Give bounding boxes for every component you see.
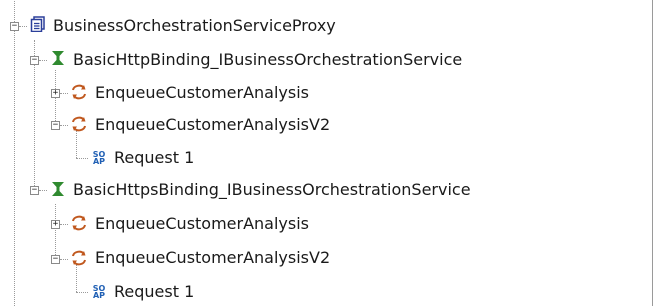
tree-item-request[interactable]: Request 1	[114, 277, 194, 307]
tree-guide-line	[76, 158, 88, 159]
tree-item-service-proxy[interactable]: BusinessOrchestrationServiceProxy	[53, 11, 336, 41]
tree-toggle-collapse[interactable]: −	[30, 186, 39, 195]
tree-item-label: BasicHttpsBinding_IBusinessOrchestration…	[73, 180, 471, 199]
tree-guide-line	[60, 125, 68, 126]
tree-item-operation[interactable]: EnqueueCustomerAnalysisV2	[95, 110, 330, 140]
tree-guide-line	[76, 292, 88, 293]
tree-guide-line	[19, 26, 27, 27]
tree-item-label: EnqueueCustomerAnalysis	[95, 83, 310, 102]
tree-guide-line	[39, 190, 47, 191]
soap-request-icon: SO AP	[92, 284, 106, 300]
tree-item-binding[interactable]: BasicHttpsBinding_IBusinessOrchestration…	[73, 175, 471, 205]
tree-toggle-collapse[interactable]: −	[30, 56, 39, 65]
tree-toggle-collapse[interactable]: −	[10, 22, 19, 31]
tree-item-binding[interactable]: BasicHttpBinding_IBusinessOrchestrationS…	[73, 45, 462, 75]
tree-item-request[interactable]: Request 1	[114, 143, 194, 173]
tree-guide-line	[60, 259, 68, 260]
operation-icon	[70, 83, 88, 101]
tree-item-label: EnqueueCustomerAnalysisV2	[95, 115, 331, 134]
tree-guide-line	[76, 264, 77, 292]
tree-item-label: EnqueueCustomerAnalysis	[95, 214, 310, 233]
tree-toggle-collapse[interactable]: −	[51, 255, 60, 264]
operation-icon	[70, 249, 88, 267]
tree-item-operation[interactable]: EnqueueCustomerAnalysis	[95, 209, 309, 239]
tree-toggle-expand[interactable]: +	[51, 220, 60, 229]
tree-guide-line	[60, 93, 68, 94]
tree-guide-line	[14, 0, 15, 306]
tree-item-label: EnqueueCustomerAnalysisV2	[95, 248, 331, 267]
tree-toggle-expand[interactable]: +	[51, 89, 60, 98]
tree-guide-line	[76, 130, 77, 158]
operation-icon	[70, 115, 88, 133]
tree-item-operation[interactable]: EnqueueCustomerAnalysisV2	[95, 243, 330, 273]
binding-icon	[49, 180, 67, 198]
tree-toggle-collapse[interactable]: −	[51, 121, 60, 130]
project-tree: − BusinessOrchestrationServiceProxy − Ba…	[0, 0, 665, 306]
tree-guide-line	[60, 224, 68, 225]
binding-icon	[49, 49, 67, 67]
tree-item-label: BasicHttpBinding_IBusinessOrchestrationS…	[73, 50, 463, 69]
operation-icon	[70, 214, 88, 232]
panel-divider	[652, 0, 653, 306]
tree-guide-line	[55, 204, 56, 259]
tree-guide-line	[39, 60, 47, 61]
service-proxy-icon	[29, 15, 47, 33]
tree-item-label: Request 1	[114, 282, 195, 301]
soap-request-icon: SO AP	[92, 150, 106, 166]
tree-item-label: BusinessOrchestrationServiceProxy	[53, 16, 336, 35]
tree-item-operation[interactable]: EnqueueCustomerAnalysis	[95, 78, 309, 108]
tree-item-label: Request 1	[114, 148, 195, 167]
